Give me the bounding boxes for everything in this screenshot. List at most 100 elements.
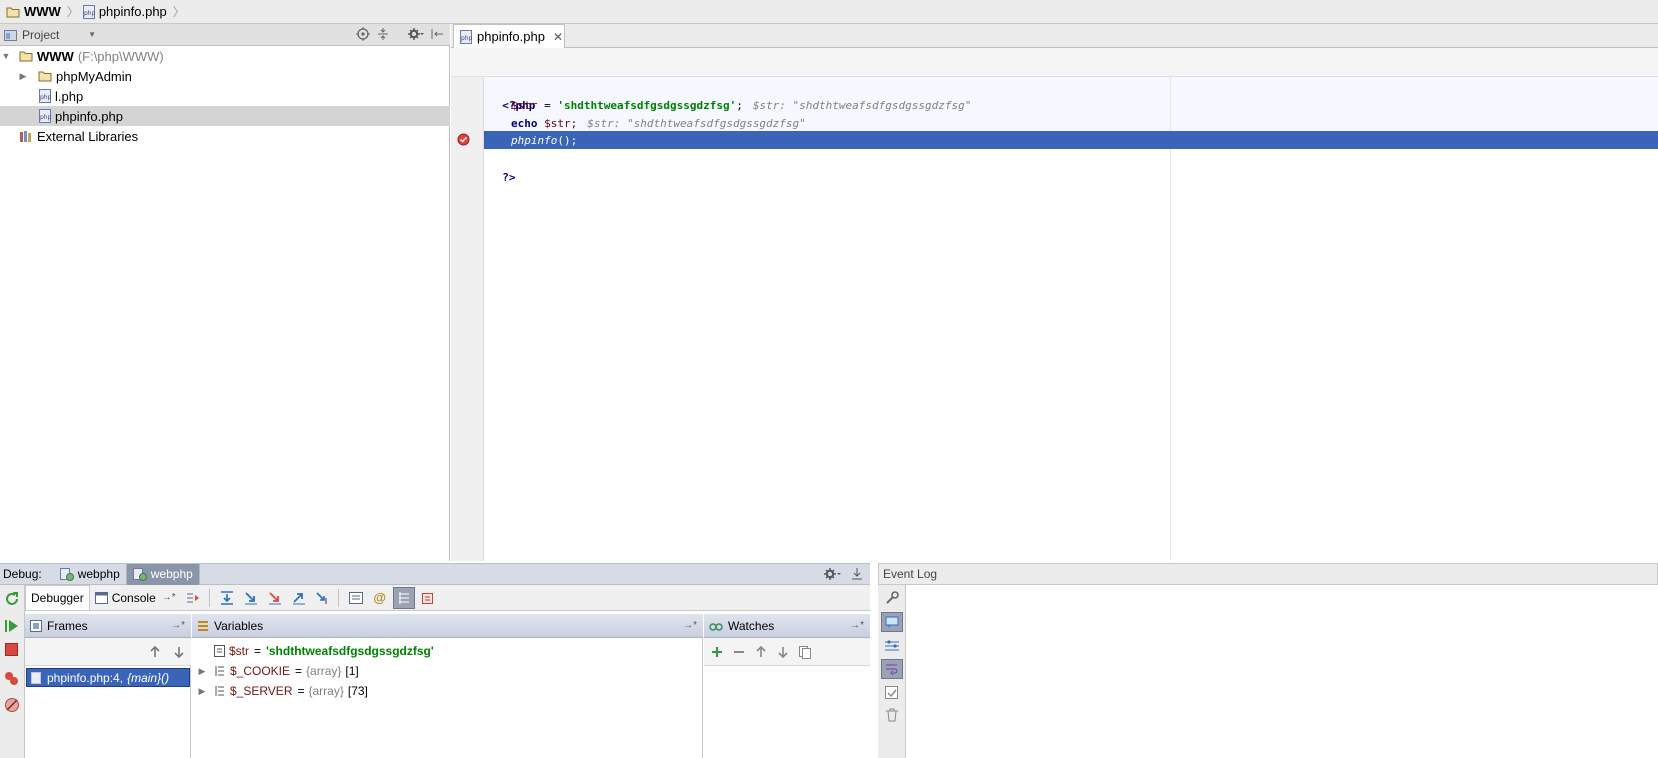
- watches-pane-header: Watches →*: [704, 614, 870, 638]
- step-out-button[interactable]: [288, 587, 310, 609]
- add-watch-icon[interactable]: [710, 645, 724, 659]
- resume-icon[interactable]: [5, 619, 19, 633]
- tree-item-phpmyadmin[interactable]: ▶ phpMyAdmin: [0, 66, 450, 86]
- copy-icon[interactable]: [798, 645, 812, 659]
- folder-icon: [38, 70, 52, 82]
- variable-row-cookie[interactable]: ▶ $_COOKIE = {array} [1]: [192, 661, 703, 681]
- step-over-button[interactable]: [216, 587, 238, 609]
- code-line-5: ?>: [489, 151, 515, 184]
- scroll-from-source-icon[interactable]: [356, 27, 370, 41]
- project-tree: ▼ WWW (F:\php\WWW) ▶ phpMyAdmin php l.ph…: [0, 46, 450, 561]
- soft-wrap-toggle-icon[interactable]: [881, 659, 903, 679]
- remove-watch-icon[interactable]: [732, 645, 746, 659]
- mute-breakpoints-icon[interactable]: [4, 697, 20, 713]
- tree-item-www-root[interactable]: ▼ WWW (F:\php\WWW): [0, 46, 450, 66]
- close-icon[interactable]: ✕: [553, 30, 563, 44]
- tab-debugger[interactable]: Debugger: [25, 585, 90, 610]
- tree-item-label: l.php: [55, 88, 84, 104]
- tab-phpinfo[interactable]: php phpinfo.php ✕: [453, 24, 565, 48]
- run-to-cursor-button[interactable]: [312, 587, 334, 609]
- tab-debugger-label: Debugger: [31, 591, 84, 605]
- php-file-icon: [31, 671, 41, 684]
- variables-icon: [197, 620, 209, 632]
- expand-arrow-icon[interactable]: ▶: [194, 666, 210, 677]
- pin-icon[interactable]: →*: [850, 620, 864, 631]
- pin-icon[interactable]: →*: [162, 592, 176, 603]
- tree-item-label: phpMyAdmin: [56, 68, 132, 84]
- php-file-icon: php: [82, 4, 95, 19]
- toolbar-separator: [337, 588, 339, 607]
- collapse-all-icon[interactable]: [376, 27, 390, 41]
- gear-icon[interactable]: [408, 27, 424, 41]
- evaluate-expression-button[interactable]: [345, 587, 367, 609]
- code-variable: $str;: [537, 117, 578, 130]
- project-panel-header: Project ▼: [0, 24, 450, 46]
- pin-icon[interactable]: →*: [683, 620, 697, 631]
- folder-icon: [19, 50, 33, 62]
- hide-panel-icon[interactable]: [430, 27, 444, 41]
- expand-arrow-icon[interactable]: ▶: [194, 686, 210, 697]
- rerun-icon[interactable]: [4, 591, 20, 607]
- variable-name: $str: [229, 644, 250, 658]
- tree-root-path: (F:\php\WWW): [77, 48, 164, 64]
- debug-session-tab-1[interactable]: webphp: [54, 563, 127, 585]
- frame-function: {main}(): [127, 670, 170, 685]
- breadcrumb-www[interactable]: WWW: [6, 4, 61, 19]
- svg-text:php: php: [40, 114, 51, 121]
- step-into-button[interactable]: [240, 587, 262, 609]
- trash-icon[interactable]: [884, 707, 900, 723]
- arrow-up-icon[interactable]: [149, 646, 161, 658]
- event-log-toolbar: [878, 585, 906, 758]
- project-icon: [4, 29, 17, 41]
- settings-wrench-icon[interactable]: [884, 590, 900, 606]
- tab-console[interactable]: Console →*: [90, 585, 181, 610]
- breadcrumb-file-label: phpinfo.php: [98, 4, 167, 19]
- show-execution-point-button[interactable]: [183, 587, 205, 609]
- variable-value: [1]: [345, 664, 359, 678]
- frames-icon: [30, 619, 42, 632]
- expand-arrow-icon[interactable]: ▶: [18, 71, 28, 82]
- arrow-up-icon[interactable]: [754, 645, 768, 659]
- frame-location: phpinfo.php:4,: [47, 670, 124, 685]
- breadcrumb-file[interactable]: php phpinfo.php: [82, 4, 167, 19]
- expand-arrow-icon[interactable]: ▼: [1, 51, 11, 61]
- arrow-down-icon[interactable]: [173, 646, 185, 658]
- editor-tab-bar: php phpinfo.php ✕: [451, 24, 1658, 48]
- tab-console-label: Console: [111, 590, 156, 605]
- code-line-2: $str = 'shdthtweafsdfgsdgssgdzfsg'; $str:…: [511, 97, 971, 115]
- code-editor[interactable]: [484, 77, 1658, 561]
- variable-type: {array}: [308, 684, 344, 698]
- tree-item-external-libraries[interactable]: External Libraries: [0, 126, 450, 146]
- hide-panel-down-icon[interactable]: [850, 567, 864, 581]
- view-breakpoints-icon[interactable]: [4, 671, 20, 687]
- breakpoint-icon[interactable]: [457, 133, 470, 146]
- view-variables-toggle[interactable]: [392, 586, 415, 609]
- project-view-selector[interactable]: Project ▼: [0, 25, 98, 45]
- toolbar-separator: [208, 588, 210, 607]
- tab-label: phpinfo.php: [477, 29, 545, 44]
- code-line-1: <?php: [489, 79, 535, 112]
- arrow-down-icon[interactable]: [776, 645, 790, 659]
- console-icon: [94, 591, 108, 604]
- variable-row-server[interactable]: ▶ $_SERVER = {array} [73]: [192, 681, 703, 701]
- tree-item-phpinfo[interactable]: php phpinfo.php: [0, 106, 450, 126]
- restore-layout-button[interactable]: [417, 587, 439, 609]
- stop-icon[interactable]: [5, 643, 18, 656]
- tree-item-label: External Libraries: [37, 128, 139, 144]
- pin-icon[interactable]: →*: [171, 620, 185, 631]
- gear-icon[interactable]: [824, 567, 842, 581]
- watches-icon: [709, 620, 723, 632]
- editor-gutter[interactable]: [451, 77, 484, 561]
- debug-label: Debug:: [3, 567, 42, 581]
- force-step-into-button[interactable]: [264, 587, 286, 609]
- variable-name: $_COOKIE: [230, 664, 291, 678]
- frame-row[interactable]: phpinfo.php:4, {main}(): [26, 668, 190, 687]
- debug-session-tab-2[interactable]: webphp: [126, 563, 200, 585]
- variable-row-str[interactable]: $str = 'shdthtweafsdfgsdgssgdzfsg': [192, 641, 703, 661]
- at-sign-icon[interactable]: @: [369, 587, 391, 609]
- tree-item-l-php[interactable]: php l.php: [0, 86, 450, 106]
- filter-icon[interactable]: [884, 638, 900, 654]
- show-balloons-toggle-icon[interactable]: [881, 612, 903, 632]
- mark-all-read-icon[interactable]: [884, 685, 900, 701]
- code-operator: =: [537, 99, 558, 112]
